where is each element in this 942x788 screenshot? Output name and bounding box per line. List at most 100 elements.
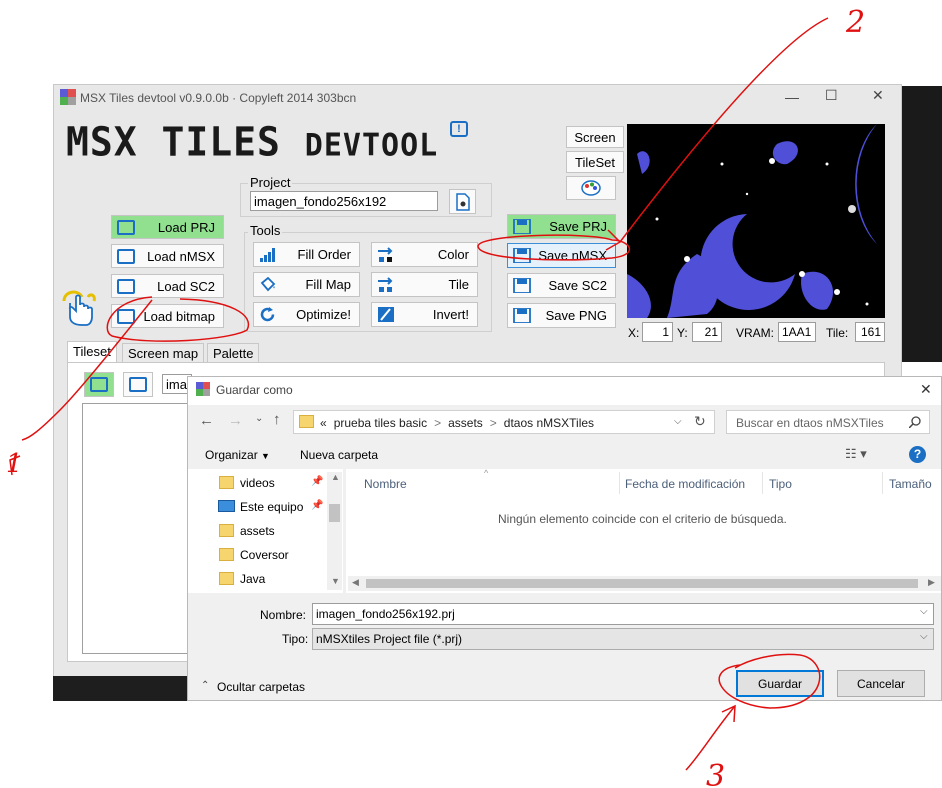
dialog-app-icon [196, 382, 210, 396]
help-icon[interactable]: ? [909, 446, 926, 463]
horizontal-scrollbar[interactable]: ◀ ▶ [348, 576, 941, 591]
filetype-dropdown-icon[interactable]: ⌵ [920, 631, 928, 642]
column-divider [619, 472, 620, 494]
pin-icon: 📌 [311, 500, 324, 511]
column-divider [882, 472, 883, 494]
color-label: Color [437, 247, 469, 262]
save-prj-button[interactable]: Save PRJ [507, 214, 616, 239]
filetype-select[interactable]: nMSXtiles Project file (*.prj) [312, 628, 934, 650]
save-nmsx-button[interactable]: Save nMSX [507, 243, 616, 268]
search-input[interactable]: Buscar en dtaos nMSXTiles [726, 410, 930, 434]
y-field: 21 [692, 322, 722, 342]
load-sc2-button[interactable]: Load SC2 [111, 274, 224, 298]
view-options-icon[interactable]: ☷ ▾ [845, 446, 867, 462]
fill-order-button[interactable]: Fill Order [253, 242, 360, 267]
tile-field: 161 [855, 322, 885, 342]
maximize-icon[interactable]: ☐ [825, 87, 838, 104]
folder-icon [90, 377, 108, 392]
preview-image [627, 124, 877, 318]
address-bar[interactable]: « prueba tiles basic > assets > dtaos nM… [293, 410, 715, 434]
save-sc2-label: Save SC2 [548, 278, 607, 293]
save-sc2-button[interactable]: Save SC2 [507, 273, 616, 298]
swap-arrows-icon [378, 247, 393, 262]
new-folder-button[interactable]: Nueva carpeta [300, 448, 378, 462]
column-nombre[interactable]: Nombre [364, 477, 407, 491]
scroll-thumb[interactable] [366, 579, 918, 588]
load-bitmap-button[interactable]: Load bitmap [111, 304, 224, 328]
cancel-button[interactable]: Cancelar [837, 670, 925, 697]
dialog-close-icon[interactable]: ✕ [920, 381, 932, 398]
tileset-button[interactable]: TileSet [566, 151, 624, 173]
bars-icon [260, 248, 275, 262]
chevron-up-icon: ⌃ [201, 680, 210, 691]
tab-palette[interactable]: Palette [207, 343, 260, 363]
column-tipo[interactable]: Tipo [769, 477, 792, 491]
scroll-right-icon[interactable]: ▶ [928, 577, 935, 588]
column-fecha[interactable]: Fecha de modificación [625, 477, 745, 491]
load-prj-label: Load PRJ [157, 219, 215, 235]
arrow-1-hook [9, 455, 21, 476]
hide-folders-toggle[interactable]: Ocultar carpetas [217, 680, 305, 694]
load-prj-button[interactable]: Load PRJ [111, 215, 224, 239]
app-logo: MSX TILES DEVTOOL [66, 118, 439, 166]
refresh-icon [260, 307, 275, 322]
tab-tileset[interactable]: Tileset [67, 341, 117, 363]
palette-button[interactable] [566, 176, 616, 200]
organize-menu[interactable]: Organizar ▼ [205, 448, 270, 462]
load-nmsx-button[interactable]: Load nMSX [111, 244, 224, 268]
filename-input[interactable]: imagen_fondo256x192.prj [312, 603, 934, 625]
breadcrumb-overflow[interactable]: « [320, 416, 327, 430]
annotation-number-3: 3 [706, 759, 725, 788]
fill-map-button[interactable]: Fill Map [253, 272, 360, 297]
forward-arrow-icon[interactable]: → [228, 412, 243, 429]
color-button[interactable]: Color [371, 242, 478, 267]
nav-item-este-equipo[interactable]: Este equipo [240, 500, 303, 514]
breadcrumb-item[interactable]: prueba tiles basic [334, 416, 427, 430]
refresh-icon[interactable]: ↻ [694, 413, 706, 430]
minimize-icon[interactable]: — [785, 89, 799, 105]
breadcrumb-item[interactable]: dtaos nMSXTiles [504, 416, 594, 430]
optimize-button[interactable]: Optimize! [253, 302, 360, 327]
filename-dropdown-icon[interactable]: ⌵ [920, 606, 928, 617]
breadcrumb: « prueba tiles basic > assets > dtaos nM… [320, 416, 594, 430]
close-icon[interactable]: ✕ [872, 87, 884, 104]
breadcrumb-item[interactable]: assets [448, 416, 483, 430]
tileset-open-green-button[interactable] [84, 372, 114, 397]
save-png-button[interactable]: Save PNG [507, 303, 616, 328]
save-prj-label: Save PRJ [549, 219, 607, 234]
search-placeholder: Buscar en dtaos nMSXTiles [736, 416, 884, 430]
scroll-thumb[interactable] [329, 504, 340, 522]
project-name-field[interactable]: imagen_fondo256x192 [250, 191, 438, 211]
scroll-down-icon[interactable]: ▼ [331, 576, 340, 586]
y-label: Y: [677, 326, 688, 340]
screen-button[interactable]: Screen [566, 126, 624, 148]
filetype-label: Tipo: [282, 632, 309, 646]
organize-label: Organizar [205, 448, 258, 462]
tileset-open-button[interactable] [123, 372, 153, 397]
info-icon[interactable]: ! [450, 121, 468, 137]
scroll-left-icon[interactable]: ◀ [352, 577, 359, 588]
nav-item-java[interactable]: Java [240, 572, 265, 586]
window-title: MSX Tiles devtool v0.9.0.0b · Copyleft 2… [80, 91, 357, 105]
nav-scrollbar[interactable]: ▲ ▼ [327, 472, 342, 590]
invert-button[interactable]: Invert! [371, 302, 478, 327]
tile-button[interactable]: Tile [371, 272, 478, 297]
paint-bucket-icon [260, 277, 276, 292]
back-arrow-icon[interactable]: ← [199, 412, 214, 429]
tileset-list[interactable] [82, 403, 188, 654]
column-tamano[interactable]: Tamaño [889, 477, 932, 491]
scroll-up-icon[interactable]: ▲ [331, 472, 340, 482]
folder-icon [219, 524, 234, 537]
screen-preview[interactable] [627, 124, 885, 318]
nav-item-coversor[interactable]: Coversor [240, 548, 289, 562]
nav-item-videos[interactable]: videos [240, 476, 275, 490]
project-rename-button[interactable] [449, 189, 476, 214]
tab-screen-map[interactable]: Screen map [122, 343, 205, 363]
up-arrow-icon[interactable]: ↑ [273, 411, 281, 428]
save-button[interactable]: Guardar [736, 670, 824, 697]
path-dropdown-icon[interactable]: ⌵ [674, 416, 682, 427]
load-sc2-label: Load SC2 [157, 278, 215, 294]
nav-item-assets[interactable]: assets [240, 524, 275, 538]
recent-chevron-icon[interactable]: ⌄ [255, 413, 263, 424]
pin-icon: 📌 [311, 476, 324, 487]
